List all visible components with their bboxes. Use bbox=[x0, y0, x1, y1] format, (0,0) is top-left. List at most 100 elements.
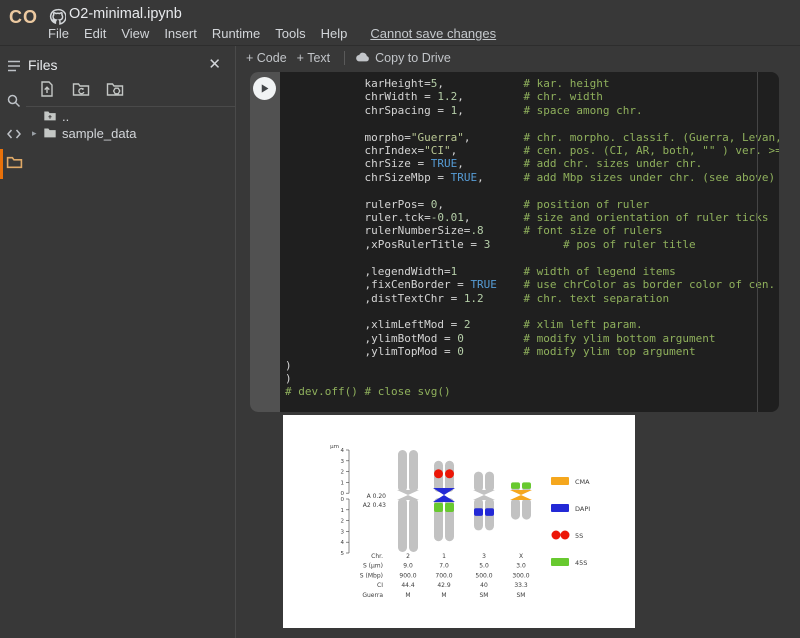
svg-text:A2 0.43: A2 0.43 bbox=[363, 502, 386, 509]
svg-text:4: 4 bbox=[341, 540, 345, 546]
close-icon[interactable]: ✕ bbox=[208, 55, 221, 73]
svg-text:M: M bbox=[405, 592, 410, 599]
svg-text:S (μm): S (μm) bbox=[363, 563, 383, 570]
notebook-main: + Code + Text Copy to Drive karHeight=5,… bbox=[236, 46, 800, 638]
svg-text:5.0: 5.0 bbox=[479, 563, 489, 570]
folder-up-icon bbox=[43, 109, 60, 125]
menu-item-view[interactable]: View bbox=[121, 26, 149, 41]
code-line bbox=[285, 251, 779, 264]
editor-guide-line bbox=[757, 72, 758, 412]
svg-text:4: 4 bbox=[341, 448, 345, 454]
code-line: ,ylimTopMod = 0 # modify ylim top argume… bbox=[285, 345, 779, 358]
code-line: ) bbox=[285, 372, 779, 385]
code-line: ,distTextChr = 1.2 # chr. text separatio… bbox=[285, 292, 779, 305]
code-line: ,ylimBotMod = 0 # modify ylim bottom arg… bbox=[285, 332, 779, 345]
menu-bar: File Edit View Insert Runtime Tools Help Cannot… bbox=[48, 26, 496, 41]
files-panel-actions bbox=[38, 80, 126, 100]
add-text-button[interactable]: + Text bbox=[297, 51, 330, 65]
expand-caret-icon[interactable]: ▸ bbox=[32, 128, 43, 139]
code-line: chrWidth = 1.2, # chr. width bbox=[285, 90, 779, 103]
code-snippets-icon[interactable] bbox=[5, 126, 23, 144]
panel-separator bbox=[26, 106, 235, 107]
code-line bbox=[285, 117, 779, 130]
save-status-link[interactable]: Cannot save changes bbox=[370, 26, 496, 41]
file-tree: .. ▸ sample_data bbox=[26, 108, 235, 142]
files-icon[interactable] bbox=[5, 154, 23, 172]
code-line: ruler.tck=-0.01, # size and orientation … bbox=[285, 211, 779, 224]
svg-text:3: 3 bbox=[482, 553, 486, 560]
code-line: rulerNumberSize=.8 # font size of rulers bbox=[285, 224, 779, 237]
svg-text:7.0: 7.0 bbox=[439, 563, 449, 570]
menu-item-edit[interactable]: Edit bbox=[84, 26, 106, 41]
svg-text:M: M bbox=[441, 592, 446, 599]
tree-item-label: .. bbox=[60, 109, 69, 124]
svg-text:33.3: 33.3 bbox=[514, 582, 528, 589]
svg-text:45S: 45S bbox=[575, 559, 587, 567]
tree-item-[interactable]: .. bbox=[26, 108, 235, 125]
tree-item-label: sample_data bbox=[60, 126, 136, 141]
run-cell-button[interactable] bbox=[253, 77, 276, 100]
notebook-title[interactable]: O2-minimal.ipynb bbox=[69, 6, 182, 22]
files-panel: Files ✕ .. ▸ sample_data bbox=[26, 46, 236, 638]
menu-item-runtime[interactable]: Runtime bbox=[212, 26, 260, 41]
svg-text:9.0: 9.0 bbox=[403, 563, 413, 570]
svg-text:DAPI: DAPI bbox=[575, 505, 590, 513]
svg-text:1: 1 bbox=[341, 508, 345, 514]
code-line: # dev.off() # close svg() bbox=[285, 385, 779, 398]
svg-text:5: 5 bbox=[341, 551, 345, 557]
svg-text:CMA: CMA bbox=[575, 478, 590, 486]
svg-text:40: 40 bbox=[480, 582, 488, 589]
upload-file-icon[interactable] bbox=[38, 80, 58, 100]
code-line: ,legendWidth=1 # width of legend items bbox=[285, 265, 779, 278]
refresh-folder-icon[interactable] bbox=[72, 80, 92, 100]
table-of-contents-icon[interactable] bbox=[5, 58, 23, 76]
svg-text:Chr.: Chr. bbox=[371, 553, 383, 560]
code-line: ,xPosRulerTitle = 3 # pos of ruler title bbox=[285, 238, 779, 251]
left-icon-rail bbox=[0, 46, 26, 638]
toolbar-separator bbox=[344, 51, 345, 65]
code-line: ,xlimLeftMod = 2 # xlim left param. bbox=[285, 318, 779, 331]
karyotype-plot: μm43210012345A 0.20A2 0.43CMADAPI5S45SCh… bbox=[283, 415, 635, 628]
svg-text:CI: CI bbox=[377, 582, 383, 589]
code-line: morpho="Guerra", # chr. morpho. classif.… bbox=[285, 131, 779, 144]
svg-text:SM: SM bbox=[517, 592, 526, 599]
code-line: ) bbox=[285, 359, 779, 372]
svg-text:μm: μm bbox=[330, 444, 339, 450]
svg-text:Guerra: Guerra bbox=[362, 592, 383, 599]
top-bar: CO O2-minimal.ipynb File Edit View Insert Ru… bbox=[0, 0, 800, 46]
svg-text:300.0: 300.0 bbox=[512, 572, 529, 579]
code-line: rulerPos= 0, # position of ruler bbox=[285, 198, 779, 211]
code-line: karHeight=5, # kar. height bbox=[285, 77, 779, 90]
svg-text:A 0.20: A 0.20 bbox=[367, 493, 387, 500]
tree-item-sample_data[interactable]: ▸ sample_data bbox=[26, 125, 235, 142]
menu-item-tools[interactable]: Tools bbox=[275, 26, 305, 41]
svg-text:44.4: 44.4 bbox=[401, 582, 415, 589]
code-line: ,fixCenBorder = TRUE # use chrColor as b… bbox=[285, 278, 779, 291]
cell-output: μm43210012345A 0.20A2 0.43CMADAPI5S45SCh… bbox=[283, 415, 635, 628]
svg-text:42.9: 42.9 bbox=[437, 582, 451, 589]
svg-text:900.0: 900.0 bbox=[399, 572, 416, 579]
menu-item-file[interactable]: File bbox=[48, 26, 69, 41]
cloud-icon bbox=[355, 51, 370, 66]
svg-text:0: 0 bbox=[341, 497, 345, 503]
add-code-button[interactable]: + Code bbox=[246, 51, 287, 65]
code-line: chrSize = TRUE, # add chr. sizes under c… bbox=[285, 157, 779, 170]
active-panel-indicator bbox=[0, 149, 3, 179]
svg-text:3.0: 3.0 bbox=[516, 563, 526, 570]
cell-toolbar: + Code + Text Copy to Drive bbox=[236, 46, 451, 70]
menu-item-insert[interactable]: Insert bbox=[164, 26, 197, 41]
menu-item-help[interactable]: Help bbox=[321, 26, 348, 41]
search-icon[interactable] bbox=[5, 93, 23, 111]
svg-text:X: X bbox=[519, 553, 523, 560]
svg-text:3: 3 bbox=[341, 459, 345, 465]
files-panel-title: Files bbox=[28, 57, 58, 73]
colab-logo[interactable]: CO bbox=[9, 7, 38, 28]
code-line: chrSizeMbp = TRUE, # add Mbp sizes under… bbox=[285, 171, 779, 184]
svg-text:2: 2 bbox=[341, 470, 345, 476]
mount-drive-icon[interactable] bbox=[106, 80, 126, 100]
code-line: chrSpacing = 1, # space among chr. bbox=[285, 104, 779, 117]
copy-to-drive-button[interactable]: Copy to Drive bbox=[355, 51, 451, 66]
code-editor[interactable]: karHeight=5, # kar. height chrWidth = 1.… bbox=[280, 72, 779, 412]
svg-text:2: 2 bbox=[341, 519, 345, 525]
folder-icon bbox=[43, 126, 60, 142]
